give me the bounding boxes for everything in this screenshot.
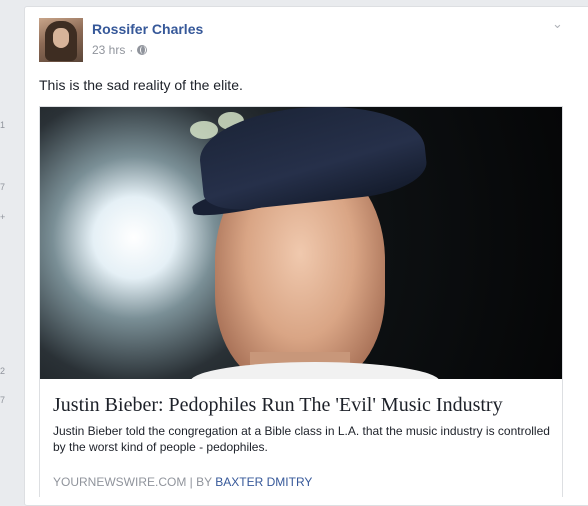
article-thumbnail[interactable] (40, 107, 562, 379)
source-domain: YOURNEWSWIRE.COM (53, 475, 187, 489)
source-divider: | BY (186, 475, 216, 489)
left-page-edge: 1 7 + 2 7 (0, 0, 22, 501)
chevron-down-icon[interactable]: ⌄ (552, 17, 568, 30)
article-title[interactable]: Justin Bieber: Pedophiles Run The 'Evil'… (53, 394, 553, 417)
left-edge-mark-5: 7 (0, 395, 6, 405)
article-source: YOURNEWSWIRE.COM | BY BAXTER DMITRY (53, 475, 312, 489)
link-share-card[interactable]: Justin Bieber: Pedophiles Run The 'Evil'… (39, 106, 563, 497)
author-name-link[interactable]: Rossifer Charles (92, 21, 203, 37)
left-edge-mark-1: 1 (0, 120, 6, 130)
post-timestamp[interactable]: 23 hrs (92, 43, 125, 57)
left-edge-mark-3: + (0, 212, 6, 222)
post-message: This is the sad reality of the elite. (39, 77, 243, 93)
meta-separator: · (129, 43, 134, 57)
left-edge-mark-4: 2 (0, 366, 6, 376)
article-author-link[interactable]: BAXTER DMITRY (215, 475, 312, 489)
article-description: Justin Bieber told the congregation at a… (53, 424, 550, 454)
post-card: Rossifer Charles 23 hrs · ⌄ This is the … (24, 6, 588, 506)
profile-avatar[interactable] (39, 18, 83, 62)
post-meta: 23 hrs · (92, 43, 148, 57)
globe-icon[interactable] (137, 45, 148, 55)
left-edge-mark-2: 7 (0, 182, 6, 192)
share-details[interactable]: Justin Bieber: Pedophiles Run The 'Evil'… (40, 379, 562, 497)
